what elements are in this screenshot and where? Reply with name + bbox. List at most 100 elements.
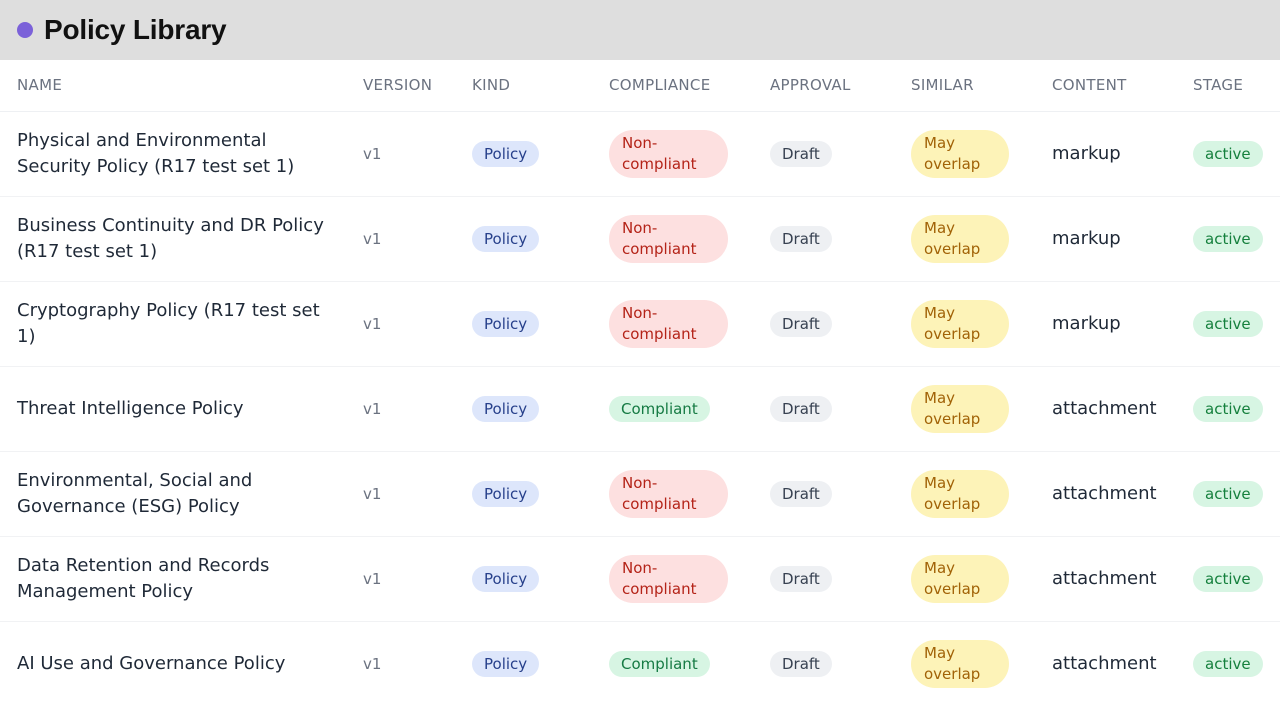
kind-cell: Policy xyxy=(455,281,592,367)
content-cell: markup xyxy=(1035,281,1176,367)
stage-cell: active xyxy=(1176,451,1280,537)
kind-cell: Policy xyxy=(455,111,592,197)
kind-cell: Policy xyxy=(455,621,592,706)
name-cell: AI Use and Governance Policy xyxy=(0,621,346,706)
similar-cell: May overlap xyxy=(894,451,1035,537)
stage-badge: active xyxy=(1193,395,1263,422)
similar-badge: May overlap xyxy=(911,469,1009,518)
column-header-version[interactable]: VERSION xyxy=(346,60,455,112)
approval-cell: Draft xyxy=(753,451,894,537)
table-row[interactable]: Cryptography Policy (R17 test set 1) v1 … xyxy=(0,281,1280,367)
approval-badge: Draft xyxy=(770,225,832,252)
policy-name[interactable]: Business Continuity and DR Policy (R17 t… xyxy=(17,213,346,265)
stage-cell: active xyxy=(1176,536,1280,622)
kind-badge: Policy xyxy=(472,310,540,337)
approval-badge: Draft xyxy=(770,565,832,592)
content-type: markup xyxy=(1052,313,1121,334)
policy-name[interactable]: Environmental, Social and Governance (ES… xyxy=(17,468,346,520)
column-header-content[interactable]: CONTENT xyxy=(1035,60,1176,112)
version-cell: v1 xyxy=(346,451,455,537)
policy-name[interactable]: Cryptography Policy (R17 test set 1) xyxy=(17,298,346,350)
content-cell: attachment xyxy=(1035,451,1176,537)
compliance-cell: Non-compliant xyxy=(592,281,753,367)
policy-name[interactable]: Physical and Environmental Security Poli… xyxy=(17,128,346,180)
content-type: attachment xyxy=(1052,398,1157,419)
column-header-approval[interactable]: APPROVAL xyxy=(753,60,894,112)
compliance-cell: Non-compliant xyxy=(592,111,753,197)
table-row[interactable]: Environmental, Social and Governance (ES… xyxy=(0,451,1280,537)
name-cell: Environmental, Social and Governance (ES… xyxy=(0,451,346,537)
policy-table: NAME VERSION KIND COMPLIANCE APPROVAL SI… xyxy=(0,60,1280,706)
version-label: v1 xyxy=(363,145,382,163)
page-header: Policy Library xyxy=(0,0,1280,60)
compliance-badge: Non-compliant xyxy=(609,469,728,518)
version-label: v1 xyxy=(363,655,382,674)
policy-name[interactable]: Threat Intelligence Policy xyxy=(17,396,346,422)
page-title: Policy Library xyxy=(44,14,227,45)
name-cell: Threat Intelligence Policy xyxy=(0,366,346,452)
approval-cell: Draft xyxy=(753,621,894,706)
table-row[interactable]: Physical and Environmental Security Poli… xyxy=(0,111,1280,197)
column-header-stage[interactable]: STAGE xyxy=(1176,60,1280,112)
similar-cell: May overlap xyxy=(894,111,1035,197)
compliance-cell: Non-compliant xyxy=(592,536,753,622)
content-type: markup xyxy=(1052,228,1121,249)
similar-badge: May overlap xyxy=(911,299,1009,348)
compliance-badge: Compliant xyxy=(609,650,710,677)
compliance-badge: Non-compliant xyxy=(609,299,728,348)
table-row[interactable]: Data Retention and Records Management Po… xyxy=(0,536,1280,622)
version-label: v1 xyxy=(363,485,382,503)
stage-cell: active xyxy=(1176,281,1280,367)
column-header-compliance[interactable]: COMPLIANCE xyxy=(592,60,753,112)
kind-cell: Policy xyxy=(455,366,592,452)
status-dot-icon xyxy=(17,22,33,38)
name-cell: Data Retention and Records Management Po… xyxy=(0,536,346,622)
table-row[interactable]: Business Continuity and DR Policy (R17 t… xyxy=(0,196,1280,282)
content-cell: attachment xyxy=(1035,536,1176,622)
stage-badge: active xyxy=(1193,140,1263,167)
content-type: attachment xyxy=(1052,653,1157,675)
version-cell: v1 xyxy=(346,111,455,197)
compliance-cell: Non-compliant xyxy=(592,451,753,537)
kind-badge: Policy xyxy=(472,565,540,592)
column-header-similar[interactable]: SIMILAR xyxy=(894,60,1035,112)
version-cell: v1 xyxy=(346,621,455,706)
approval-badge: Draft xyxy=(770,395,832,422)
stage-cell: active xyxy=(1176,366,1280,452)
policy-name[interactable]: AI Use and Governance Policy xyxy=(17,651,346,677)
content-type: attachment xyxy=(1052,483,1157,504)
similar-badge: May overlap xyxy=(911,129,1009,178)
similar-cell: May overlap xyxy=(894,621,1035,706)
approval-cell: Draft xyxy=(753,111,894,197)
content-type: markup xyxy=(1052,143,1121,164)
similar-badge: May overlap xyxy=(911,554,1009,603)
similar-cell: May overlap xyxy=(894,281,1035,367)
column-header-kind[interactable]: KIND xyxy=(455,60,592,112)
policy-name[interactable]: Data Retention and Records Management Po… xyxy=(17,553,346,605)
table-row[interactable]: Threat Intelligence Policy v1 Policy Com… xyxy=(0,366,1280,452)
content-cell: attachment xyxy=(1035,366,1176,452)
version-label: v1 xyxy=(363,230,382,248)
content-cell: attachment xyxy=(1035,621,1176,706)
stage-badge: active xyxy=(1193,310,1263,337)
version-label: v1 xyxy=(363,570,382,588)
stage-cell: active xyxy=(1176,621,1280,706)
approval-cell: Draft xyxy=(753,196,894,282)
name-cell: Physical and Environmental Security Poli… xyxy=(0,111,346,197)
kind-badge: Policy xyxy=(472,650,540,677)
similar-cell: May overlap xyxy=(894,366,1035,452)
column-header-name[interactable]: NAME xyxy=(0,60,346,112)
compliance-cell: Non-compliant xyxy=(592,196,753,282)
version-label: v1 xyxy=(363,400,382,418)
compliance-badge: Non-compliant xyxy=(609,214,728,263)
kind-badge: Policy xyxy=(472,140,540,167)
stage-badge: active xyxy=(1193,565,1263,592)
kind-badge: Policy xyxy=(472,225,540,252)
table-row[interactable]: AI Use and Governance Policy v1 Policy C… xyxy=(0,621,1280,706)
approval-cell: Draft xyxy=(753,366,894,452)
compliance-badge: Non-compliant xyxy=(609,129,728,178)
name-cell: Cryptography Policy (R17 test set 1) xyxy=(0,281,346,367)
approval-badge: Draft xyxy=(770,140,832,167)
similar-badge: May overlap xyxy=(911,214,1009,263)
compliance-cell: Compliant xyxy=(592,621,753,706)
